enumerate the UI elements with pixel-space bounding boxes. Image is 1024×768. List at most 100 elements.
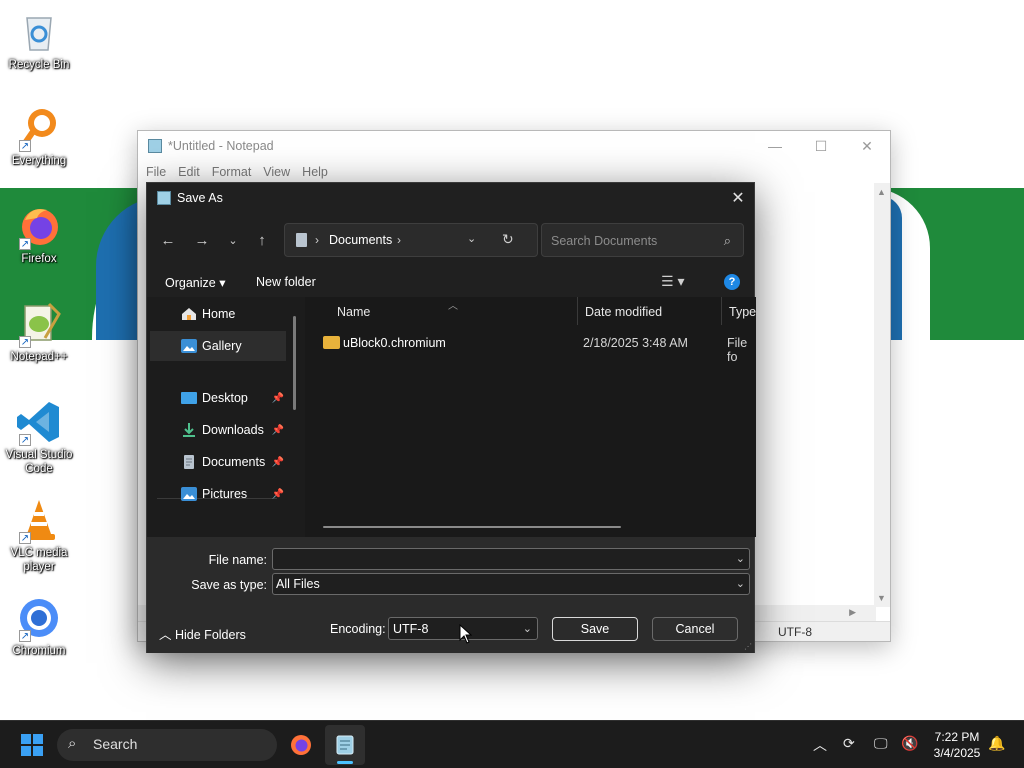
back-arrow-icon[interactable]: ←: [155, 227, 181, 253]
column-separator[interactable]: [721, 297, 722, 325]
forward-arrow-icon[interactable]: →: [189, 227, 215, 253]
search-icon: ⌕: [723, 233, 731, 248]
menu-format[interactable]: Format: [212, 165, 252, 179]
organize-button[interactable]: Organize ▾: [165, 275, 225, 290]
save-as-type-select[interactable]: All Files ⌄: [272, 573, 750, 595]
dialog-title-bar: Save As: [147, 183, 756, 213]
nav-item-pictures[interactable]: Pictures 📌: [150, 479, 286, 509]
download-arrow-icon: [183, 423, 195, 437]
chevron-down-icon[interactable]: ⌄: [736, 552, 745, 565]
address-dropdown-icon[interactable]: ⌄: [467, 232, 476, 245]
taskbar: ⌕ Search ︿ ⟳ 🖵 🔇 7:22 PM 3/4/2025 🔔: [0, 720, 1024, 768]
search-magnifier-icon: ↗: [15, 104, 63, 152]
document-icon: [296, 233, 307, 247]
notepad-icon: [336, 735, 354, 755]
close-icon[interactable]: ✕: [844, 131, 890, 161]
clock-time: 7:22 PM: [934, 730, 980, 744]
folder-icon: [323, 336, 340, 349]
column-header-date-modified[interactable]: Date modified: [585, 305, 662, 319]
start-button-windows-icon[interactable]: [21, 734, 43, 756]
sync-alert-icon[interactable]: ⟳: [843, 735, 855, 752]
search-input[interactable]: Search Documents ⌕: [541, 223, 744, 257]
document-icon: [184, 455, 194, 469]
hide-folders-label: Hide Folders: [175, 628, 246, 642]
chevron-down-icon: ⌄: [735, 578, 745, 590]
show-hidden-icons-chevron-icon[interactable]: ︿: [813, 735, 827, 755]
chromium-icon: ↗: [15, 594, 63, 642]
help-icon[interactable]: ?: [724, 274, 740, 290]
file-date: 2/18/2025 3:48 AM: [583, 336, 688, 350]
scroll-right-icon[interactable]: ▶: [849, 607, 856, 618]
menu-edit[interactable]: Edit: [178, 165, 200, 179]
column-header-type[interactable]: Type: [729, 305, 756, 319]
resize-grip-icon[interactable]: ⋰: [744, 642, 752, 651]
desktop-icon-label: Visual Studio Code: [5, 449, 73, 475]
nav-item-gallery[interactable]: Gallery: [150, 331, 286, 361]
new-folder-button[interactable]: New folder: [256, 275, 316, 289]
recycle-bin-icon: [15, 8, 63, 56]
file-name-input[interactable]: ⌄: [272, 548, 750, 570]
volume-muted-icon[interactable]: 🔇: [901, 735, 918, 752]
nav-item-label: Home: [202, 307, 236, 321]
notepad-menu-bar: File Edit Format View Help: [138, 161, 890, 183]
save-as-type-value: All Files: [276, 577, 320, 591]
shortcut-arrow-icon: ↗: [19, 238, 31, 250]
desktop-icon-chromium[interactable]: ↗ Chromium: [0, 594, 78, 658]
active-app-indicator: [337, 761, 353, 764]
search-placeholder: Search Documents: [551, 234, 658, 248]
taskbar-search-box[interactable]: ⌕ Search: [57, 729, 277, 761]
clock-date: 3/4/2025: [933, 746, 981, 760]
maximize-icon[interactable]: ☐: [798, 131, 844, 161]
command-bar: Organize ▾ New folder ☰ ▾ ?: [147, 269, 756, 297]
desktop-icon-notepad-plus-plus[interactable]: ↗ Notepad++: [0, 300, 78, 364]
minimize-icon[interactable]: —: [752, 131, 798, 161]
address-bar[interactable]: › Documents › ⌄ ↻: [284, 223, 538, 257]
mouse-cursor-icon: [459, 624, 473, 644]
desktop-icon-label: Chromium: [12, 645, 66, 657]
nav-pane-scrollbar[interactable]: [293, 316, 296, 410]
encoding-label: Encoding:: [330, 622, 386, 636]
clock[interactable]: 7:22 PM 3/4/2025: [928, 729, 986, 761]
save-button[interactable]: Save: [552, 617, 638, 641]
column-separator[interactable]: [577, 297, 578, 325]
up-arrow-icon[interactable]: ↑: [249, 227, 275, 253]
taskbar-search-label: Search: [93, 736, 138, 752]
menu-view[interactable]: View: [263, 165, 290, 179]
nav-item-desktop[interactable]: Desktop 📌: [150, 383, 286, 413]
desktop-icon-vscode[interactable]: ↗ Visual Studio Code: [0, 398, 78, 476]
nav-item-home[interactable]: Home: [150, 299, 286, 329]
menu-help[interactable]: Help: [302, 165, 328, 179]
recent-locations-chevron-icon[interactable]: ⌄: [220, 227, 246, 253]
network-icon[interactable]: 🖵: [874, 735, 888, 752]
file-type: File fo: [727, 336, 748, 364]
nav-item-label: Desktop: [202, 391, 248, 405]
shortcut-arrow-icon: ↗: [19, 630, 31, 642]
nav-item-documents[interactable]: Documents 📌: [150, 447, 286, 477]
breadcrumb-separator-icon[interactable]: ›: [397, 233, 401, 247]
notepad-vertical-scrollbar[interactable]: ▲ ▼: [874, 183, 890, 607]
breadcrumb-separator-icon: ›: [315, 233, 319, 247]
refresh-icon[interactable]: ↻: [502, 231, 514, 248]
close-icon[interactable]: ✕: [722, 183, 754, 213]
save-as-dialog: Save As ✕ ← → ⌄ ↑ › Documents › ⌄ ↻ Sear…: [146, 182, 756, 653]
file-list-horizontal-scrollbar[interactable]: [323, 526, 621, 528]
save-as-type-label: Save as type:: [191, 578, 267, 592]
desktop-icon: [181, 392, 197, 404]
column-header-name[interactable]: Name: [337, 305, 370, 319]
breadcrumb-documents[interactable]: Documents: [329, 233, 392, 247]
desktop-icon-firefox[interactable]: ↗ Firefox: [0, 202, 78, 266]
hide-folders-button[interactable]: ︿ Hide Folders: [159, 624, 246, 643]
scroll-down-icon[interactable]: ▼: [877, 593, 886, 603]
desktop-icon-vlc[interactable]: ↗ VLC media player: [0, 496, 78, 574]
notifications-bell-icon[interactable]: 🔔: [988, 735, 1005, 752]
taskbar-notepad[interactable]: [325, 725, 365, 765]
taskbar-firefox[interactable]: [281, 725, 321, 765]
cancel-button[interactable]: Cancel: [652, 617, 738, 641]
file-row[interactable]: uBlock0.chromium 2/18/2025 3:48 AM File …: [323, 333, 756, 364]
nav-item-downloads[interactable]: Downloads 📌: [150, 415, 286, 445]
scroll-up-icon[interactable]: ▲: [877, 187, 886, 197]
menu-file[interactable]: File: [146, 165, 166, 179]
desktop-icon-everything[interactable]: ↗ Everything: [0, 104, 78, 168]
view-options-icon[interactable]: ☰ ▾: [661, 273, 684, 290]
desktop-icon-recycle-bin[interactable]: Recycle Bin: [0, 8, 78, 72]
